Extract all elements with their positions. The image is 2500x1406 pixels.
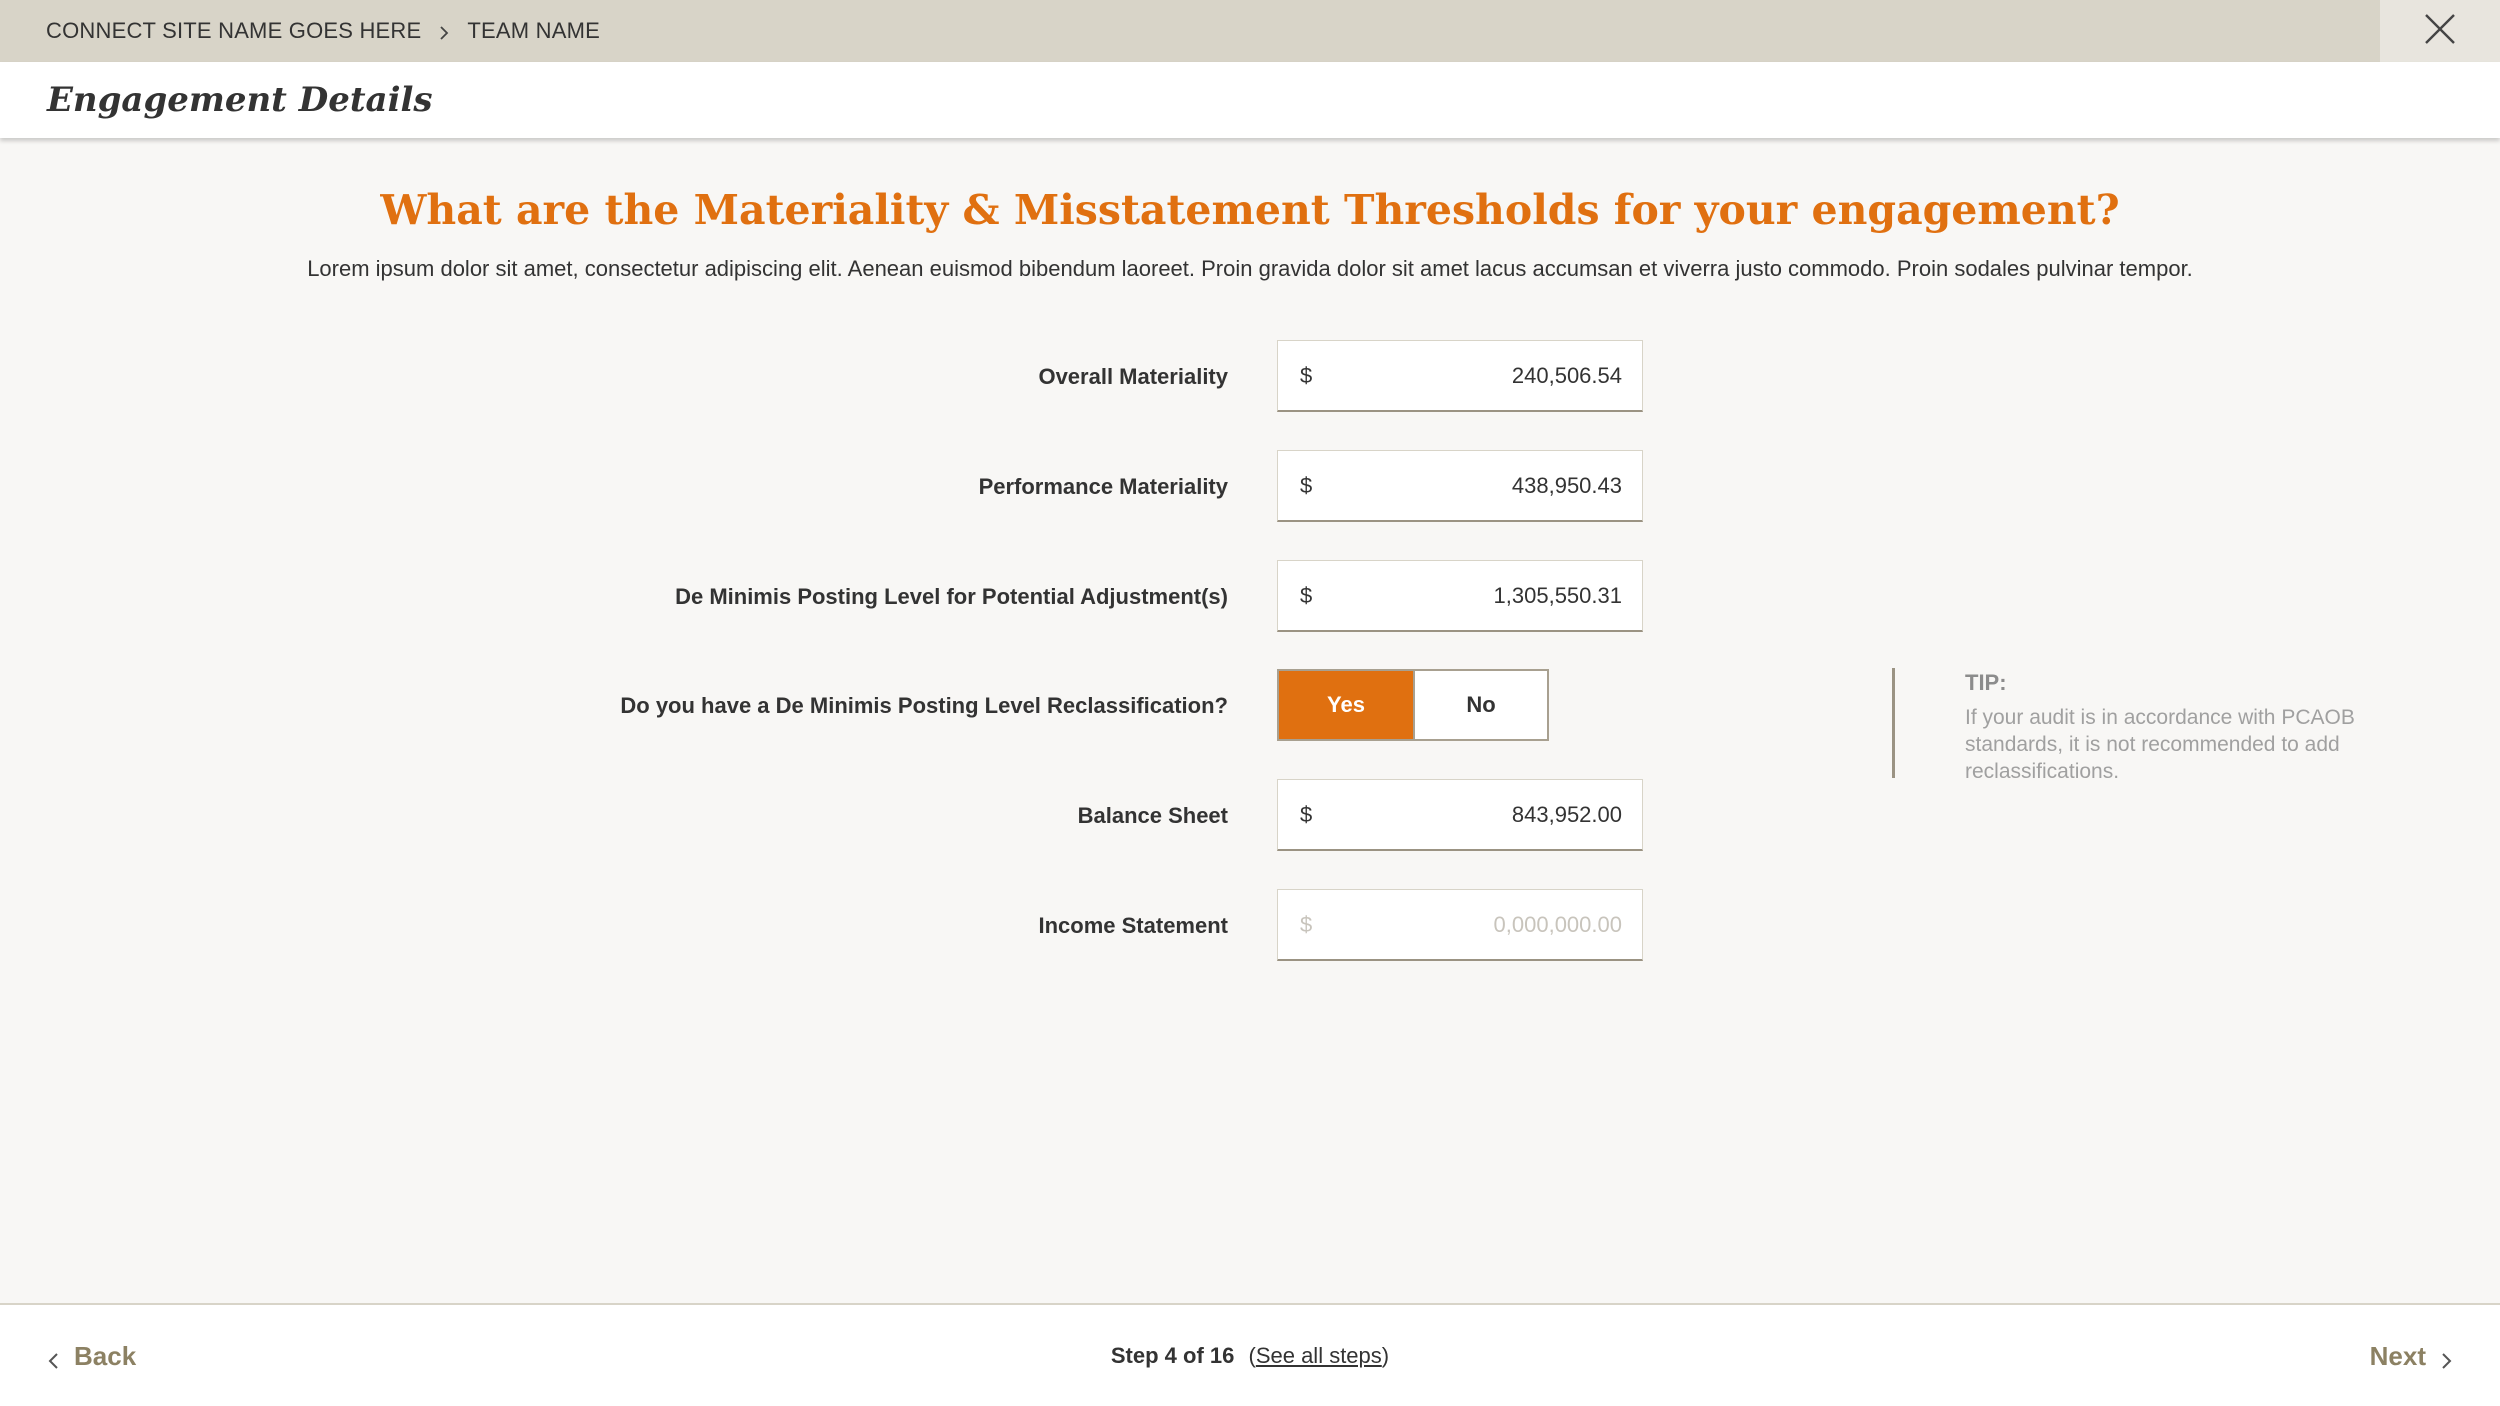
breadcrumb-site[interactable]: CONNECT SITE NAME GOES HERE: [46, 18, 421, 44]
de-minimis-input[interactable]: $ 1,305,550.31: [1277, 560, 1643, 632]
balance-sheet-label: Balance Sheet: [1077, 803, 1228, 828]
breadcrumb: CONNECT SITE NAME GOES HERE TEAM NAME: [0, 18, 600, 44]
de-minimis-row: De Minimis Posting Level for Potential A…: [0, 560, 2500, 634]
see-all-steps-label: See all steps: [1255, 1343, 1382, 1368]
top-bar: CONNECT SITE NAME GOES HERE TEAM NAME: [0, 0, 2500, 62]
no-button[interactable]: No: [1413, 669, 1549, 741]
page-header: Engagement Details: [0, 62, 2500, 138]
balance-sheet-row: Balance Sheet $ 843,952.00: [0, 779, 2500, 853]
overall-materiality-row: Overall Materiality $ 240,506.54: [0, 340, 2500, 414]
step-count: Step 4 of 16: [1110, 1343, 1235, 1368]
close-icon: [2423, 12, 2457, 51]
close-button[interactable]: [2380, 0, 2500, 62]
currency-symbol: $: [1300, 362, 1313, 388]
performance-materiality-row: Performance Materiality $ 438,950.43: [0, 450, 2500, 524]
income-statement-label: Income Statement: [1038, 913, 1229, 938]
tip-text: If your audit is in accordance with PCAO…: [1965, 706, 2355, 783]
see-all-close-paren: ): [1381, 1343, 1390, 1368]
performance-materiality-input[interactable]: $ 438,950.43: [1277, 450, 1643, 522]
chevron-right-icon: [2436, 1347, 2456, 1369]
page-title: Engagement Details: [47, 80, 433, 120]
footer-nav: Back Step 4 of 16 (See all steps) Next: [0, 1303, 2500, 1406]
tip-box: TIP: If your audit is in accordance with…: [1892, 668, 2385, 783]
reclassification-toggle: Yes No: [1277, 669, 1549, 741]
income-statement-row: Income Statement $ 0,000,000.00: [0, 889, 2500, 963]
overall-materiality-label: Overall Materiality: [1038, 364, 1228, 389]
income-statement-input[interactable]: $ 0,000,000.00: [1277, 889, 1643, 961]
next-button[interactable]: Next: [2370, 1341, 2456, 1372]
performance-materiality-label: Performance Materiality: [978, 474, 1228, 499]
reclassification-label: Do you have a De Minimis Posting Level R…: [620, 693, 1228, 718]
chevron-right-icon: [435, 22, 453, 40]
performance-materiality-value: 438,950.43: [1511, 472, 1622, 498]
de-minimis-label: De Minimis Posting Level for Potential A…: [675, 584, 1228, 609]
currency-symbol: $: [1300, 911, 1313, 937]
section-description: Lorem ipsum dolor sit amet, consectetur …: [307, 256, 2193, 281]
de-minimis-value: 1,305,550.31: [1493, 582, 1622, 608]
overall-materiality-value: 240,506.54: [1511, 362, 1622, 388]
see-all-open-paren: (: [1248, 1343, 1256, 1368]
section-question: What are the Materiality & Misstatement …: [380, 186, 2120, 234]
balance-sheet-input[interactable]: $ 843,952.00: [1277, 779, 1643, 851]
breadcrumb-team[interactable]: TEAM NAME: [467, 18, 600, 44]
currency-symbol: $: [1300, 472, 1313, 498]
balance-sheet-value: 843,952.00: [1511, 801, 1622, 827]
currency-symbol: $: [1300, 801, 1313, 827]
step-indicator: Step 4 of 16 (See all steps): [0, 1343, 2500, 1369]
overall-materiality-input[interactable]: $ 240,506.54: [1277, 340, 1643, 412]
tip-title: TIP:: [1965, 670, 2007, 695]
yes-button[interactable]: Yes: [1277, 669, 1413, 741]
see-all-steps-link[interactable]: (See all steps): [1248, 1343, 1389, 1368]
next-label: Next: [2369, 1341, 2426, 1371]
income-statement-placeholder: 0,000,000.00: [1493, 911, 1622, 937]
currency-symbol: $: [1300, 582, 1313, 608]
